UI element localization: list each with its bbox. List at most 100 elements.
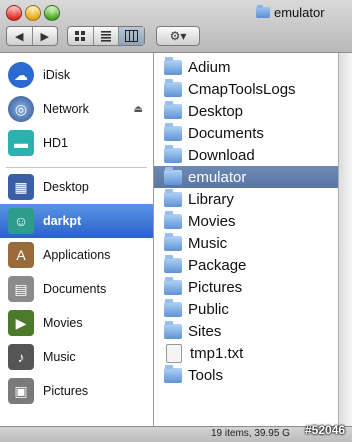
back-forward-control: ◀ ▶: [6, 26, 58, 46]
list-view-icon: [101, 31, 111, 42]
folder-icon: [256, 4, 270, 18]
folder-icon: [164, 298, 182, 317]
column-view-icon: [125, 30, 139, 42]
title-bar: emulator ◀ ▶ ⚙▾: [0, 0, 352, 53]
file-name: Documents: [188, 124, 264, 142]
icon-view-button[interactable]: [68, 27, 93, 45]
folder-icon: [164, 254, 182, 273]
sidebar-item-darkpt[interactable]: ☺ darkpt: [0, 204, 153, 238]
view-mode-control: [67, 26, 145, 46]
file-name: emulator: [188, 168, 247, 186]
applications-icon: A: [8, 242, 34, 268]
hard-disk-icon: ▬: [8, 130, 34, 156]
sidebar-divider: [6, 167, 147, 168]
folder-icon: [164, 166, 182, 185]
folder-icon: [164, 320, 182, 339]
list-item-movies[interactable]: Movies▶: [158, 210, 346, 232]
sidebar-item-label: HD1: [43, 136, 69, 150]
file-name: Pictures: [188, 278, 243, 296]
zoom-button[interactable]: [44, 5, 60, 21]
watermark: #52046: [305, 423, 346, 437]
sidebar-item-label: Network: [43, 102, 89, 116]
file-name: Library: [188, 190, 234, 208]
folder-icon: [164, 122, 182, 141]
file-column: Adium▶ CmapToolsLogs▶ Desktop▶ Documents…: [154, 56, 352, 386]
sidebar-item-label: Music: [43, 350, 76, 364]
list-item-sites[interactable]: Sites▶: [158, 320, 346, 342]
folder-icon: [164, 100, 182, 119]
file-name: Download: [188, 146, 255, 164]
vertical-scrollbar[interactable]: [338, 53, 352, 426]
file-name: Package: [188, 256, 247, 274]
icon-view-icon: [75, 31, 86, 41]
list-item-documents[interactable]: Documents▶: [158, 122, 346, 144]
user-home-icon: ☺: [8, 208, 34, 234]
file-name: Music: [188, 234, 228, 252]
file-name: Desktop: [188, 102, 244, 120]
file-name: Adium: [188, 58, 231, 76]
list-item-emulator[interactable]: emulator▶: [154, 166, 352, 188]
sidebar-item-network[interactable]: ◎ Network ⏏: [0, 92, 153, 126]
file-name: tmp1.txt: [190, 344, 244, 362]
file-name: Public: [188, 300, 229, 318]
eject-icon[interactable]: ⏏: [134, 104, 143, 115]
pictures-icon: ▣: [8, 378, 34, 404]
sidebar-item-label: Movies: [43, 316, 83, 330]
network-globe-icon: ◎: [8, 96, 34, 122]
file-name: CmapToolsLogs: [188, 80, 296, 98]
window-title-text: emulator: [274, 4, 325, 20]
list-item-download[interactable]: Download▶: [158, 144, 346, 166]
status-bar: 19 items, 39.95 G: [0, 426, 352, 442]
sidebar-item-documents[interactable]: ▤ Documents: [0, 272, 153, 306]
list-item-package[interactable]: Package▶: [158, 254, 346, 276]
sidebar-item-label: darkpt: [43, 214, 82, 228]
sidebar: ☁ iDisk ◎ Network ⏏ ▬ HD1 ▦ Desktop ☺ da…: [0, 53, 154, 426]
folder-icon: [164, 78, 182, 97]
text-document-icon: [166, 343, 182, 363]
file-name: Tools: [188, 366, 224, 384]
sidebar-item-label: Pictures: [43, 384, 89, 398]
action-menu-button[interactable]: ⚙▾: [156, 26, 200, 46]
folder-icon: [164, 276, 182, 295]
folder-icon: [164, 144, 182, 163]
list-item-desktop[interactable]: Desktop▶: [158, 100, 346, 122]
desktop-folder-icon: ▦: [8, 174, 34, 200]
back-button[interactable]: ◀: [7, 27, 32, 45]
music-clef-icon: ♪: [8, 344, 34, 370]
list-item-tools[interactable]: Tools▶: [158, 364, 346, 386]
folder-icon: [164, 232, 182, 251]
sidebar-item-hd1[interactable]: ▬ HD1: [0, 126, 153, 160]
list-item-adium[interactable]: Adium▶: [158, 56, 346, 78]
sidebar-item-desktop[interactable]: ▦ Desktop: [0, 170, 153, 204]
folder-icon: [164, 56, 182, 75]
list-item-public[interactable]: Public▶: [158, 298, 346, 320]
forward-button[interactable]: ▶: [31, 27, 58, 45]
sidebar-item-applications[interactable]: A Applications: [0, 238, 153, 272]
sidebar-item-label: iDisk: [43, 68, 71, 82]
file-name: Sites: [188, 322, 222, 340]
minimize-button[interactable]: [25, 5, 41, 21]
column-browser: Adium▶ CmapToolsLogs▶ Desktop▶ Documents…: [154, 53, 352, 426]
status-text: 19 items, 39.95 G: [211, 428, 290, 439]
list-item-music[interactable]: Music▶: [158, 232, 346, 254]
column-view-button[interactable]: [118, 27, 145, 45]
idisk-icon: ☁: [8, 62, 34, 88]
close-button[interactable]: [6, 5, 22, 21]
list-item-tmp1-txt[interactable]: tmp1.txt: [158, 342, 328, 364]
documents-icon: ▤: [8, 276, 34, 302]
sidebar-item-music[interactable]: ♪ Music: [0, 340, 153, 374]
sidebar-item-label: Desktop: [43, 180, 89, 194]
folder-icon: [164, 364, 182, 383]
sidebar-item-label: Applications: [43, 248, 111, 262]
folder-icon: [164, 188, 182, 207]
file-name: Movies: [188, 212, 236, 230]
sidebar-item-movies[interactable]: ▶ Movies: [0, 306, 153, 340]
list-item-pictures[interactable]: Pictures▶: [158, 276, 346, 298]
sidebar-item-pictures[interactable]: ▣ Pictures: [0, 374, 153, 408]
window-title: emulator: [256, 4, 325, 20]
sidebar-item-idisk[interactable]: ☁ iDisk: [0, 58, 153, 92]
list-item-library[interactable]: Library▶: [158, 188, 346, 210]
list-item-cmaptoolslogs[interactable]: CmapToolsLogs▶: [158, 78, 346, 100]
folder-icon: [164, 210, 182, 229]
list-view-button[interactable]: [92, 27, 119, 45]
